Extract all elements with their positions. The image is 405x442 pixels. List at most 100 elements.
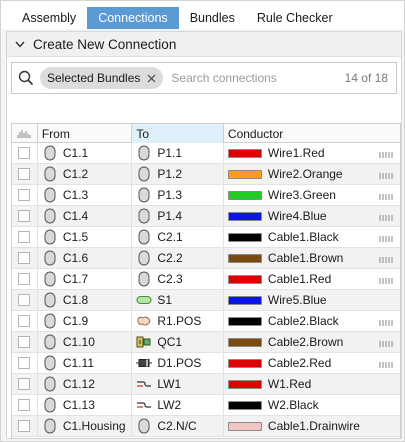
row-checkbox[interactable]	[18, 378, 31, 390]
table-row[interactable]: C1.10 QC1 Cable2.Brown	[12, 332, 400, 353]
filter-chip: Selected Bundles	[40, 67, 164, 89]
table-row[interactable]: C1.1 P1.1 Wire1.Red	[12, 143, 400, 164]
from-cell[interactable]: C1.8	[38, 290, 133, 310]
conductor-cell[interactable]: Wire3.Green	[224, 185, 400, 205]
to-cell[interactable]: C2.N/C	[132, 416, 224, 436]
column-header-to[interactable]: To	[132, 124, 224, 143]
wire-color-swatch	[227, 190, 262, 200]
search-input[interactable]	[171, 71, 322, 85]
conductor-cell[interactable]: Wire2.Orange	[224, 164, 400, 184]
bundle-icon	[378, 274, 394, 288]
from-cell[interactable]: C1.2	[38, 164, 133, 184]
tab-assembly[interactable]: Assembly	[11, 7, 87, 29]
tab-connections[interactable]: Connections	[87, 7, 179, 29]
from-cell[interactable]: C1.9	[38, 311, 133, 331]
conductor-cell[interactable]: Cable2.Red	[224, 353, 400, 373]
from-cell[interactable]: C1.7	[38, 269, 133, 289]
from-label: C1.3	[62, 188, 89, 202]
column-header-conductor[interactable]: Conductor	[224, 124, 400, 143]
from-cell[interactable]: C1.11	[38, 353, 133, 373]
to-cell[interactable]: R1.POS	[132, 311, 224, 331]
conductor-cell[interactable]: Cable1.Black	[224, 227, 400, 247]
close-icon[interactable]	[145, 72, 157, 84]
connections-table: From To Conductor C1.1 P1.1 Wire1.Red C1.2 P…	[11, 123, 401, 439]
row-select-cell	[12, 248, 38, 268]
connector-icon	[42, 166, 58, 182]
from-label: C1.9	[62, 314, 89, 328]
to-cell[interactable]: QC1	[132, 332, 224, 352]
row-checkbox[interactable]	[18, 168, 31, 180]
row-checkbox[interactable]	[18, 399, 31, 411]
table-row[interactable]: C1.13 LW2 W2.Black	[12, 395, 400, 416]
from-label: C1.7	[62, 272, 89, 286]
conductor-cell[interactable]: Cable1.Brown	[224, 248, 400, 268]
row-checkbox[interactable]	[18, 273, 31, 285]
row-select-cell	[12, 353, 38, 373]
to-cell[interactable]: P1.2	[132, 164, 224, 184]
from-cell[interactable]: C1.Housing	[38, 416, 133, 436]
table-row[interactable]: C1.5 C2.1 Cable1.Black	[12, 227, 400, 248]
conductor-cell[interactable]: Cable2.Black	[224, 311, 400, 331]
row-checkbox[interactable]	[18, 252, 31, 264]
from-cell[interactable]: C1.5	[38, 227, 133, 247]
table-row[interactable]: C1.4 P1.4 Wire4.Blue	[12, 206, 400, 227]
from-cell[interactable]: C1.12	[38, 374, 133, 394]
wire-color-swatch	[227, 295, 262, 305]
conductor-cell[interactable]: Cable1.Drainwire	[224, 416, 400, 436]
table-row[interactable]: C1.7 C2.3 Cable1.Red	[12, 269, 400, 290]
to-cell[interactable]: C2.1	[132, 227, 224, 247]
table-row[interactable]: C1.8 S1 Wire5.Blue	[12, 290, 400, 311]
tab-rule-checker[interactable]: Rule Checker	[246, 7, 344, 29]
from-cell[interactable]: C1.10	[38, 332, 133, 352]
row-checkbox[interactable]	[18, 315, 31, 327]
row-checkbox[interactable]	[18, 420, 31, 432]
row-checkbox[interactable]	[18, 147, 31, 159]
row-checkbox[interactable]	[18, 357, 31, 369]
from-cell[interactable]: C1.6	[38, 248, 133, 268]
to-cell[interactable]: S1	[132, 290, 224, 310]
row-checkbox[interactable]	[18, 189, 31, 201]
conductor-cell[interactable]: Cable1.Red	[224, 269, 400, 289]
to-cell[interactable]: C2.2	[132, 248, 224, 268]
to-label: S1	[157, 293, 173, 307]
to-cell[interactable]: D1.POS	[132, 353, 224, 373]
row-checkbox[interactable]	[18, 210, 31, 222]
table-row[interactable]: C1.11 D1.POS Cable2.Red	[12, 353, 400, 374]
to-label: C2.2	[157, 251, 183, 265]
connector-icon	[42, 208, 58, 224]
conductor-cell[interactable]: Wire1.Red	[224, 143, 400, 163]
row-checkbox[interactable]	[18, 294, 31, 306]
to-cell[interactable]: P1.1	[132, 143, 224, 163]
column-header-from[interactable]: From	[38, 124, 133, 143]
table-row[interactable]: C1.Housing C2.N/C Cable1.Drainwire	[12, 416, 400, 437]
from-cell[interactable]: C1.1	[38, 143, 133, 163]
row-checkbox[interactable]	[18, 231, 31, 243]
column-options-button[interactable]	[12, 124, 38, 143]
row-select-cell	[12, 395, 38, 415]
table-row[interactable]: C1.3 P1.3 Wire3.Green	[12, 185, 400, 206]
to-cell[interactable]: P1.4	[132, 206, 224, 226]
to-label: LW2	[157, 398, 182, 412]
from-cell[interactable]: C1.3	[38, 185, 133, 205]
to-cell[interactable]: LW1	[132, 374, 224, 394]
from-label: C1.4	[62, 209, 89, 223]
conductor-cell[interactable]: Cable2.Brown	[224, 332, 400, 352]
row-checkbox[interactable]	[18, 336, 31, 348]
create-new-connection-header[interactable]: Create New Connection	[7, 32, 401, 57]
tab-bundles[interactable]: Bundles	[179, 7, 246, 29]
table-row[interactable]: C1.9 R1.POS Cable2.Black	[12, 311, 400, 332]
table-row[interactable]: C1.6 C2.2 Cable1.Brown	[12, 248, 400, 269]
from-cell[interactable]: C1.13	[38, 395, 133, 415]
conductor-cell[interactable]: Wire4.Blue	[224, 206, 400, 226]
table-row[interactable]: C1.2 P1.2 Wire2.Orange	[12, 164, 400, 185]
conductor-cell[interactable]: W2.Black	[224, 395, 400, 415]
conductor-cell[interactable]: W1.Red	[224, 374, 400, 394]
to-cell[interactable]: C2.3	[132, 269, 224, 289]
to-cell[interactable]: LW2	[132, 395, 224, 415]
bundle-icon	[378, 253, 394, 267]
filter-chip-label: Selected Bundles	[47, 71, 141, 85]
conductor-cell[interactable]: Wire5.Blue	[224, 290, 400, 310]
from-cell[interactable]: C1.4	[38, 206, 133, 226]
table-row[interactable]: C1.12 LW1 W1.Red	[12, 374, 400, 395]
to-cell[interactable]: P1.3	[132, 185, 224, 205]
